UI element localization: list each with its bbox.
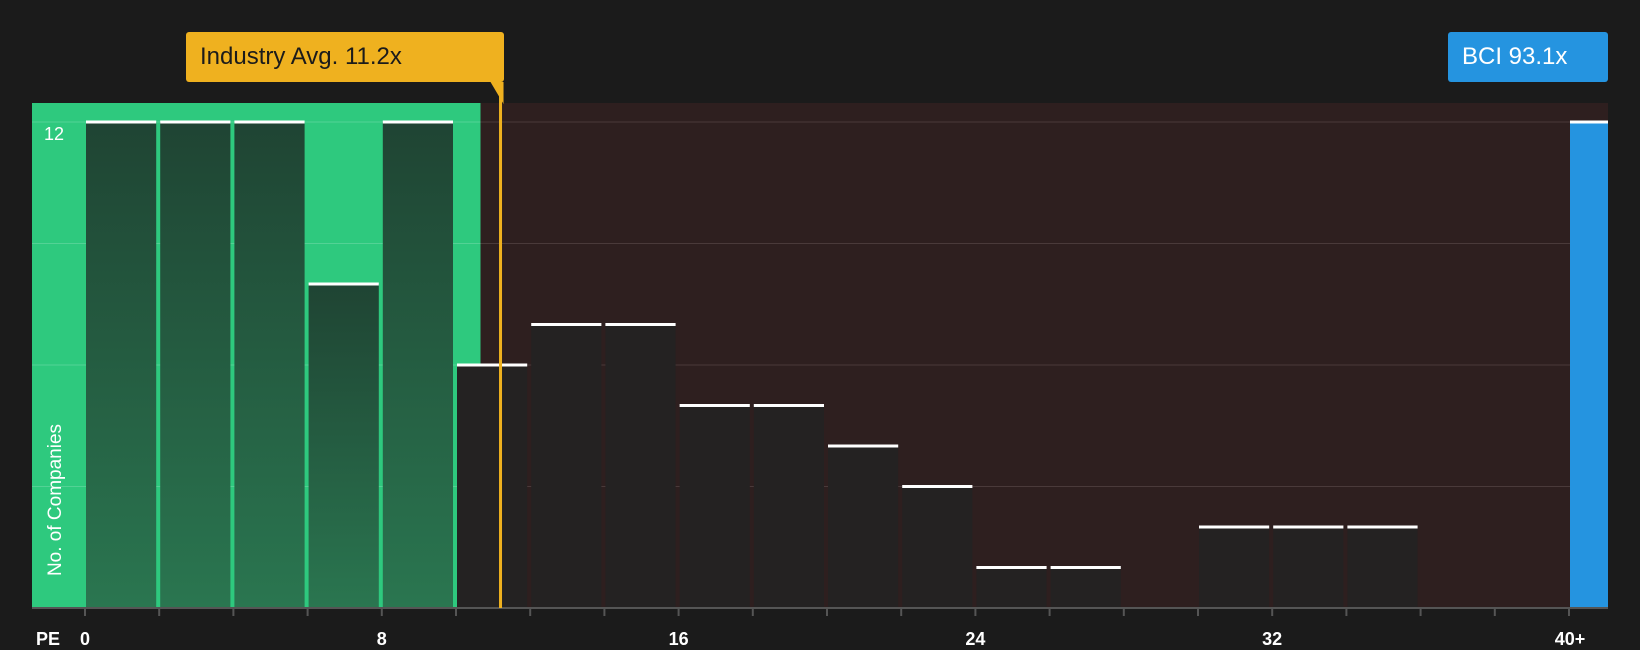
y-tick-label: 12 (44, 124, 65, 144)
x-tick-label: 16 (668, 629, 689, 649)
histogram-bar (1050, 567, 1121, 608)
x-tick-label: 0 (79, 629, 91, 649)
histogram-bar (86, 122, 157, 608)
histogram-bar (160, 122, 231, 608)
histogram-bar (753, 405, 824, 608)
histogram-bar (902, 486, 973, 608)
histogram-bar (1199, 527, 1270, 608)
histogram-bar (1273, 527, 1344, 608)
histogram-bar (234, 122, 305, 608)
histogram-bar (531, 324, 602, 608)
pe-distribution-chart: Industry Avg. 11.2x BCI 93.1x 12 No. of … (0, 0, 1640, 650)
histogram-bar (382, 122, 453, 608)
histogram-bar (976, 567, 1047, 608)
histogram-bar (605, 324, 676, 608)
histogram-bar (679, 405, 750, 608)
histogram-bar (828, 446, 899, 608)
histogram-bar (1347, 527, 1418, 608)
x-axis-label: PE (36, 629, 61, 649)
x-tick-label: 8 (376, 629, 387, 649)
company-pe-callout: BCI 93.1x (1448, 32, 1608, 82)
histogram-bar (457, 365, 528, 608)
y-axis-label: No. of Companies (45, 423, 66, 577)
industry-average-callout: Industry Avg. 11.2x (186, 32, 504, 82)
x-tick-label: 32 (1262, 629, 1283, 649)
company-bar (1570, 122, 1608, 608)
chart-canvas (32, 82, 1608, 616)
histogram-bar (308, 284, 379, 608)
x-tick-label: 40+ (1554, 629, 1586, 649)
x-tick-label: 24 (965, 629, 986, 649)
